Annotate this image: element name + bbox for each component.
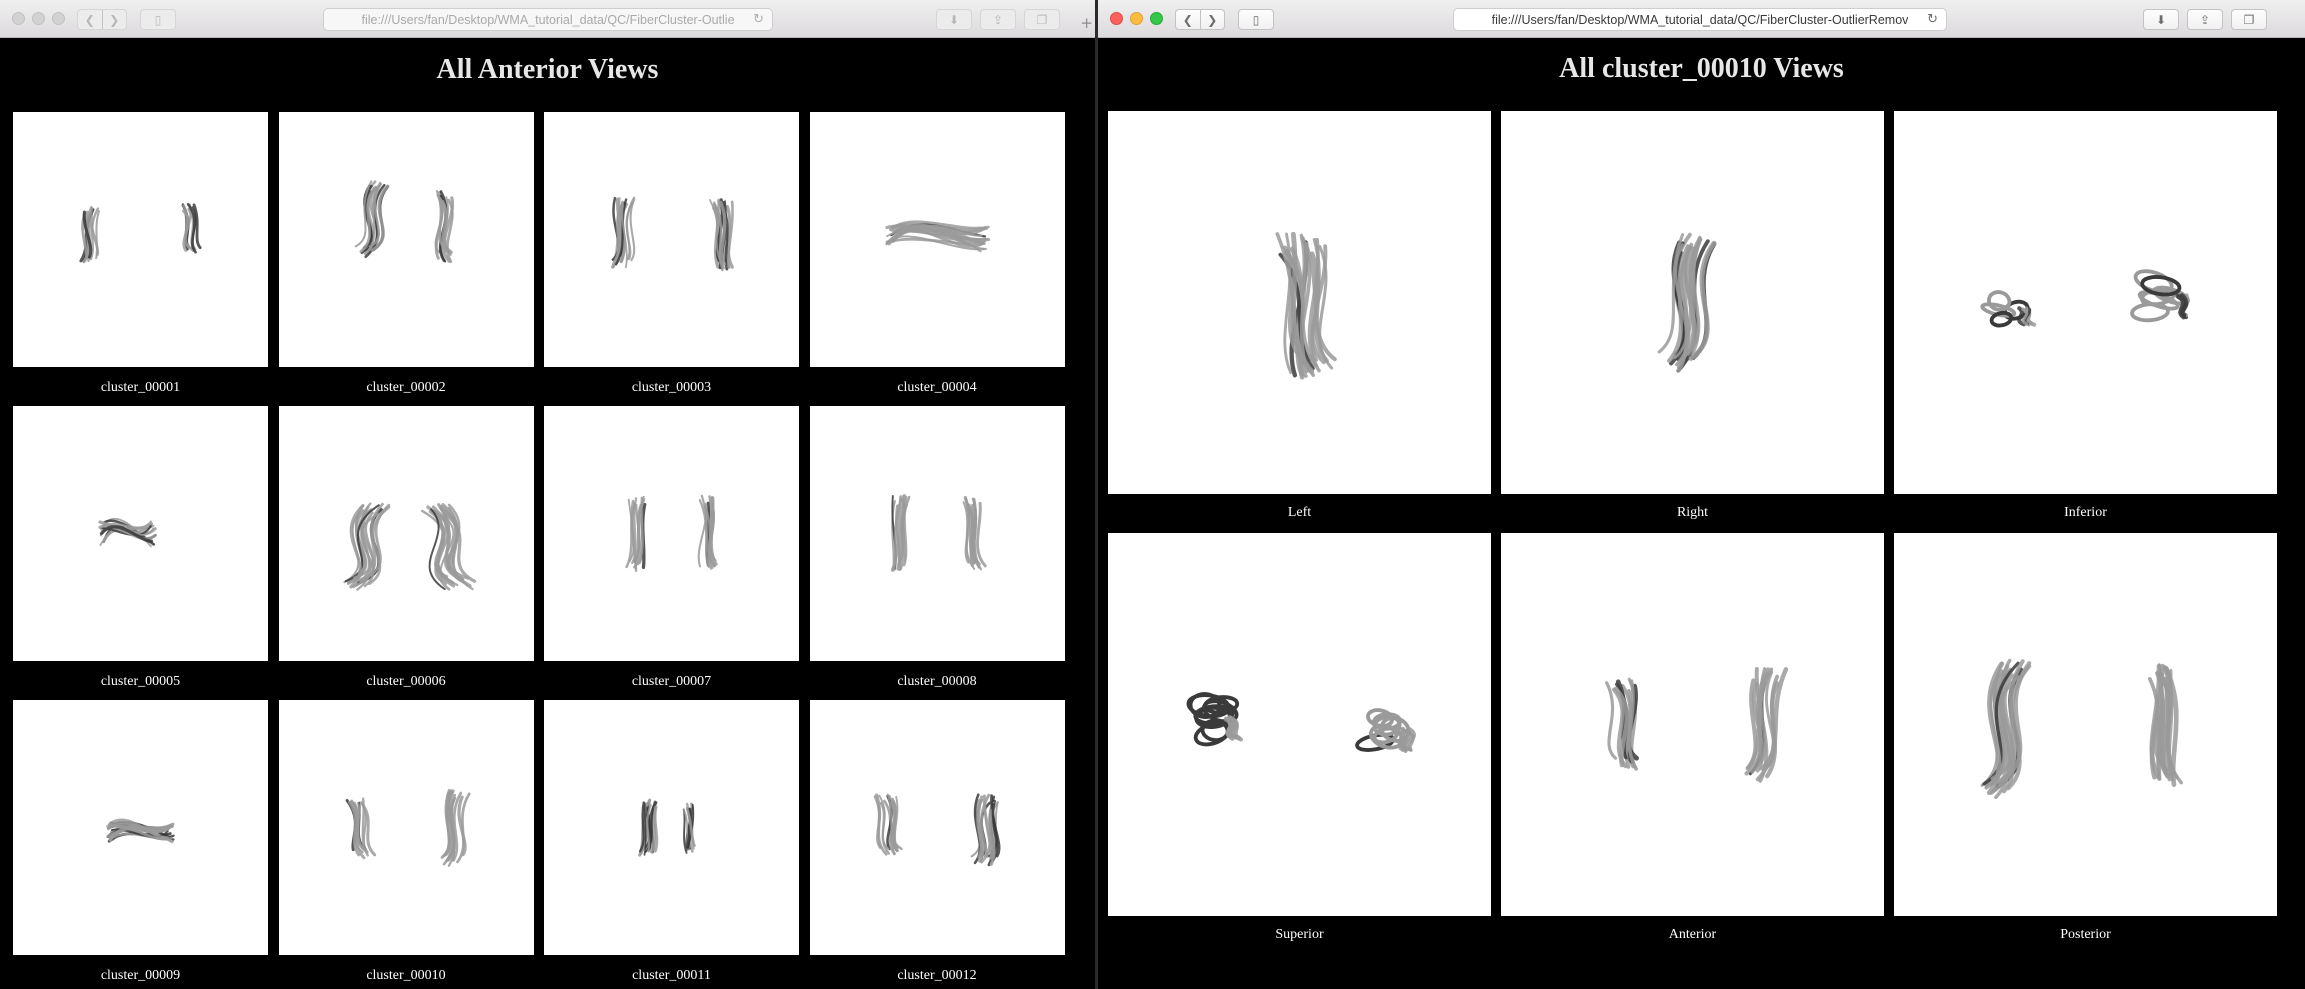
forward-icon[interactable]: ❯: [1199, 10, 1225, 29]
address-bar[interactable]: file:///Users/fan/Desktop/WMA_tutorial_d…: [323, 8, 773, 31]
back-icon[interactable]: ❮: [1176, 10, 1200, 29]
left-toolbar: ❮ ❯ ▯ file:///Users/fan/Desktop/WMA_tuto…: [0, 0, 1095, 38]
back-icon[interactable]: ❮: [78, 10, 102, 29]
thumbnail-caption: Inferior: [2064, 505, 2107, 520]
right-toolbar: ❮ ❯ ▯ file:///Users/fan/Desktop/WMA_tuto…: [1098, 0, 2305, 38]
thumbnail-caption: cluster_00004: [897, 380, 977, 395]
fiber-bundle-render: [1275, 231, 1337, 380]
share-button[interactable]: ⇪: [2187, 9, 2223, 30]
fiber-bundle-render: [1605, 667, 1789, 783]
thumbnail-caption: cluster_00012: [897, 968, 977, 983]
cluster-thumbnail[interactable]: [1108, 111, 1491, 494]
minimize-button[interactable]: [1130, 12, 1143, 25]
right-browser-window: ❮ ❯ ▯ file:///Users/fan/Desktop/WMA_tuto…: [1098, 0, 2305, 989]
cluster-thumbnail[interactable]: [278, 700, 534, 955]
thumbnail-caption: cluster_00009: [100, 968, 181, 983]
thumbnail-caption: cluster_00011: [632, 968, 711, 983]
cluster-thumbnail[interactable]: [1108, 533, 1491, 916]
download-icon: ⬇: [948, 12, 960, 27]
thumbnail-caption: Right: [1676, 505, 1709, 520]
thumbnail-caption: Superior: [1275, 927, 1324, 942]
thumbnail-caption: cluster_00003: [631, 380, 712, 395]
fiber-bundle-render: [611, 196, 734, 272]
tabs-button[interactable]: ❐: [1024, 9, 1060, 30]
cluster-thumbnail[interactable]: [809, 112, 1065, 367]
cluster-thumbnail[interactable]: [544, 112, 799, 367]
forward-icon[interactable]: ❯: [101, 10, 127, 29]
fiber-bundle-render: [890, 494, 987, 572]
sidebar-button[interactable]: ▯: [1238, 9, 1274, 30]
url-text: file:///Users/fan/Desktop/WMA_tutorial_d…: [361, 12, 735, 27]
thumbnail-caption: cluster_00005: [100, 674, 181, 689]
fiber-bundle-render: [873, 793, 1000, 867]
fiber-bundle-render: [79, 203, 202, 264]
fiber-bundle-render: [1980, 658, 2183, 800]
nav-buttons: ❮ ❯: [77, 9, 127, 30]
cluster-thumbnail[interactable]: [13, 406, 268, 661]
url-text: file:///Users/fan/Desktop/WMA_tutorial_d…: [1491, 12, 1909, 27]
cluster-thumbnail[interactable]: [1894, 111, 2277, 494]
cluster-thumbnail[interactable]: [544, 700, 799, 955]
fiber-bundle-render: [98, 517, 157, 548]
cluster-thumbnail[interactable]: [809, 406, 1065, 661]
share-icon: ⇪: [992, 12, 1004, 27]
fiber-bundle-render: [345, 788, 471, 867]
left-browser-window: ❮ ❯ ▯ file:///Users/fan/Desktop/WMA_tuto…: [0, 0, 1095, 989]
tabs-icon: ❐: [2243, 12, 2255, 27]
nav-buttons: ❮ ❯: [1175, 9, 1225, 30]
tabs-button[interactable]: ❐: [2231, 9, 2267, 30]
thumbnail-caption: cluster_00010: [366, 968, 446, 983]
zoom-button[interactable]: [1150, 12, 1163, 25]
thumbnail-caption: Left: [1287, 505, 1312, 520]
sidebar-button[interactable]: ▯: [140, 9, 176, 30]
close-button[interactable]: [12, 12, 25, 25]
fiber-bundle-render: [884, 220, 990, 253]
fiber-bundle-render: [1657, 232, 1717, 373]
fiber-bundle-render: [1980, 269, 2190, 328]
thumbnail-caption: cluster_00008: [897, 674, 977, 689]
cluster-thumbnail[interactable]: [278, 406, 534, 661]
thumbnail-caption: cluster_00002: [366, 380, 446, 395]
thumbnail-caption: Posterior: [2060, 927, 2111, 942]
fiber-bundle-render: [625, 494, 718, 572]
cluster-thumbnail[interactable]: [1501, 533, 1884, 916]
fiber-bundle-render: [354, 180, 454, 264]
fiber-bundle-render: [342, 502, 476, 591]
tabs-icon: ❐: [1036, 12, 1048, 27]
address-bar[interactable]: file:///Users/fan/Desktop/WMA_tutorial_d…: [1453, 8, 1947, 31]
sidebar-icon: ▯: [154, 12, 162, 27]
zoom-button[interactable]: [52, 12, 65, 25]
fiber-bundle-render: [1186, 692, 1416, 753]
thumbnail-caption: cluster_00001: [100, 380, 181, 395]
cluster-thumbnail[interactable]: [13, 112, 268, 367]
cluster-thumbnail[interactable]: [544, 406, 799, 661]
fiber-bundle-render: [638, 798, 696, 857]
reload-icon[interactable]: ↻: [753, 12, 764, 27]
thumbnail-caption: cluster_00007: [631, 674, 712, 689]
download-icon: ⬇: [2155, 12, 2167, 27]
sidebar-icon: ▯: [1252, 12, 1260, 27]
cluster-thumbnail[interactable]: [809, 700, 1065, 955]
share-button[interactable]: ⇪: [980, 9, 1016, 30]
new-tab-icon[interactable]: +: [1080, 14, 1093, 32]
thumbnail-caption: cluster_00006: [366, 674, 446, 689]
fiber-bundle-render: [106, 818, 175, 844]
minimize-button[interactable]: [32, 12, 45, 25]
page-title: All Anterior Views: [436, 54, 659, 85]
close-button[interactable]: [1110, 12, 1123, 25]
thumbnail-caption: Anterior: [1668, 927, 1717, 942]
cluster-thumbnail[interactable]: [1501, 111, 1884, 494]
cluster-thumbnail[interactable]: [1894, 533, 2277, 916]
download-button[interactable]: ⬇: [936, 9, 972, 30]
download-button[interactable]: ⬇: [2143, 9, 2179, 30]
page-title: All cluster_00010 Views: [1559, 53, 1844, 84]
cluster-thumbnail[interactable]: [278, 112, 534, 367]
cluster-thumbnail[interactable]: [13, 700, 268, 955]
reload-icon[interactable]: ↻: [1927, 12, 1938, 27]
share-icon: ⇪: [2199, 12, 2211, 27]
